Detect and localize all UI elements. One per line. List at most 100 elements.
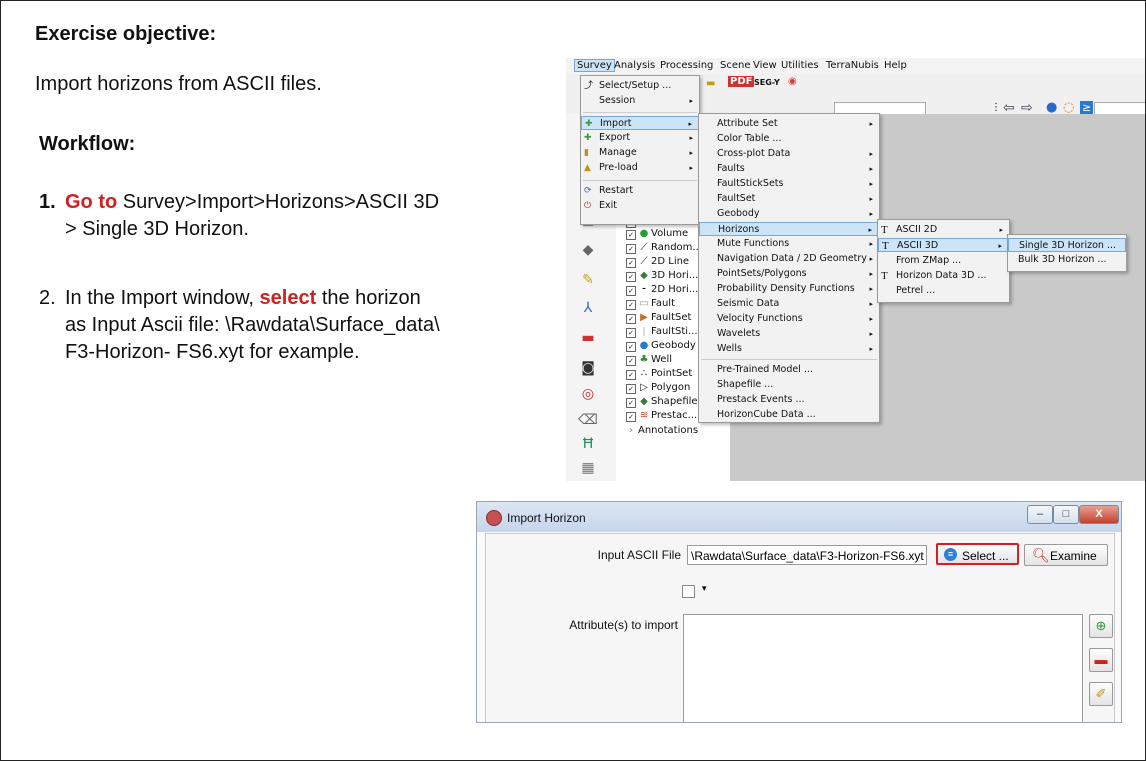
objective-text: Import horizons from ASCII files. — [35, 73, 322, 95]
menu-item-bulk-3d-horizon[interactable]: Bulk 3D Horizon ... — [1008, 253, 1126, 267]
menu-item-horizoncube-data[interactable]: HorizonCube Data ... — [699, 408, 879, 422]
option-checkbox[interactable] — [682, 585, 695, 598]
menu-survey[interactable]: Survey — [574, 59, 615, 72]
eye-icon[interactable]: ◎ — [576, 386, 600, 406]
tree-annotations[interactable]: › Annotations — [626, 425, 698, 436]
menu-item-preload[interactable]: ▲ Pre-load ▸ — [581, 161, 699, 175]
menu-analysis[interactable]: Analysis — [614, 60, 655, 71]
menu-item-prestack-events[interactable]: Prestack Events ... — [699, 393, 879, 407]
menu-item-color-table[interactable]: Color Table ... — [699, 132, 879, 146]
menu-item-velocity-functions[interactable]: Velocity Functions ▸ — [699, 312, 879, 326]
menu-item-crossplot[interactable]: Cross-plot Data ▸ — [699, 147, 879, 161]
clear-broom-icon[interactable]: ✐ — [1089, 682, 1113, 706]
tree-item[interactable]: ✓ ≋ Prestac... — [626, 410, 697, 422]
power-icon: ⏻ — [584, 201, 592, 211]
menu-item-geobody[interactable]: Geobody ▸ — [699, 207, 879, 221]
menu-item-pretrained-model[interactable]: Pre-Trained Model ... — [699, 363, 879, 377]
menu-item-pointsets[interactable]: PointSets/Polygons ▸ — [699, 267, 879, 281]
menu-item-pdf[interactable]: Probability Density Functions ▸ — [699, 282, 879, 296]
menu-item-single-3d-horizon[interactable]: Single 3D Horizon ... — [1008, 238, 1126, 252]
texture-icon[interactable]: ▦ — [576, 460, 600, 480]
minimize-button[interactable]: – — [1027, 505, 1053, 524]
examine-button[interactable]: 🔍︎ Examine — [1024, 544, 1108, 566]
menu-item-horizons[interactable]: Horizons ▸ — [699, 222, 879, 236]
camera-icon[interactable]: ◙ — [576, 360, 600, 380]
menu-item-exit[interactable]: ⏻ Exit — [581, 199, 699, 213]
remove-attribute-icon[interactable]: ▬ — [1089, 648, 1113, 672]
tree-item[interactable]: ✓ ● Volume — [626, 228, 688, 240]
python-icon[interactable]: ● — [1046, 100, 1057, 115]
trash-icon[interactable]: ⌫ — [576, 412, 600, 432]
import-submenu: Attribute Set ▸ Color Table ... Cross-plo… — [698, 113, 880, 423]
menu-item-import[interactable]: ✚ Import ▸ — [581, 116, 699, 130]
menu-item-petrel[interactable]: Petrel ... — [878, 284, 1009, 298]
workflow-heading: Workflow: — [39, 133, 136, 155]
menu-item-navigation-data[interactable]: Navigation Data / 2D Geometry ▸ — [699, 252, 879, 266]
select-button[interactable]: ≡ Select ... — [936, 543, 1019, 565]
brush-icon[interactable]: ✎ — [576, 272, 600, 292]
tree-item[interactable]: ✓ ∴ PointSet — [626, 368, 692, 380]
menu-item-faults[interactable]: Faults ▸ — [699, 162, 879, 176]
tree-item[interactable]: ✓ ▭ Fault — [626, 298, 675, 310]
menu-processing[interactable]: Processing — [660, 60, 713, 71]
import-icon: ✚ — [585, 119, 593, 129]
add-attribute-icon[interactable]: ⊕ — [1089, 614, 1113, 638]
tree-item[interactable]: ✓ ⟋ Random... — [626, 242, 702, 254]
menu-item-from-zmap[interactable]: From ZMap ... — [878, 254, 1009, 268]
step-1-line-2: > Single 3D Horizon. — [65, 218, 249, 240]
tree-item[interactable]: ✓ ǀ FaultSti... — [626, 326, 698, 338]
tree-item[interactable]: ✓ ◆ Shapefile — [626, 396, 698, 408]
tree-item[interactable]: ✓ ♣ Well — [626, 354, 672, 366]
dropdown-arrow-icon[interactable]: ▾ — [702, 583, 707, 594]
attributes-list[interactable] — [683, 614, 1083, 722]
menu-item-horizon-data-3d[interactable]: T Horizon Data 3D ... — [878, 269, 1009, 283]
step-2-highlight: select — [259, 287, 317, 309]
dialog-titlebar: Import Horizon – □ X — [477, 502, 1121, 532]
menu-item-select-setup[interactable]: ⤴ Select/Setup ... — [581, 79, 699, 93]
tree-item[interactable]: ✓ ⁃ 2D Hori... — [626, 284, 698, 296]
menu-item-restart[interactable]: ⟳ Restart — [581, 184, 699, 198]
jupyter-icon[interactable]: ◌ — [1063, 100, 1074, 115]
menu-item-shapefile[interactable]: Shapefile ... — [699, 378, 879, 392]
survey-menu: ⤴ Select/Setup ... Session ▸ ✚ Import ▸ ✚ Exp… — [580, 75, 700, 225]
cube-icon[interactable]: ◆ — [576, 242, 600, 262]
segy-icon[interactable]: SEG-Y — [754, 78, 780, 87]
pdf-icon[interactable]: PDF — [728, 76, 755, 87]
menu-item-seismic-data[interactable]: Seismic Data ▸ — [699, 297, 879, 311]
menu-item-manage[interactable]: ▮ Manage ▸ — [581, 146, 699, 160]
input-file-field[interactable]: \Rawdata\Surface_data\F3-Horizon-FS6.xyt — [687, 545, 927, 565]
spin-icon[interactable]: ⋮ — [991, 102, 1001, 113]
tree-item[interactable]: ✓ ● Geobody — [626, 340, 696, 352]
objective-heading: Exercise objective: — [35, 23, 217, 45]
menu-item-session[interactable]: Session ▸ — [581, 94, 699, 108]
menu-scene[interactable]: Scene — [720, 60, 751, 71]
close-button[interactable]: X — [1079, 505, 1119, 524]
menu-item-ascii-3d[interactable]: T ASCII 3D ▸ — [878, 238, 1009, 252]
menu-item-attribute-set[interactable]: Attribute Set ▸ — [699, 117, 879, 131]
menu-item-ascii-2d[interactable]: T ASCII 2D ▸ — [878, 223, 1009, 237]
menu-item-export[interactable]: ✚ Export ▸ — [581, 131, 699, 145]
step-2-line-2: as Input Ascii file: \Rawdata\Surface_da… — [65, 314, 440, 336]
dialog-title: Import Horizon — [507, 511, 586, 525]
menu-item-faultset[interactable]: FaultSet ▸ — [699, 192, 879, 206]
colorbar-icon[interactable]: ▬ — [576, 330, 600, 350]
tree-item[interactable]: ✓ ▷ Polygon — [626, 382, 690, 394]
menu-item-wells[interactable]: Wells ▸ — [699, 342, 879, 356]
restart-icon: ⟳ — [584, 186, 592, 196]
menu-help[interactable]: Help — [884, 60, 907, 71]
menu-utilities[interactable]: Utilities — [781, 60, 819, 71]
menu-terranubis[interactable]: TerraNubis — [826, 60, 879, 71]
vscode-icon[interactable]: ≥ — [1080, 101, 1094, 114]
tree-item[interactable]: ✓ ◆ 3D Hori... — [626, 270, 698, 282]
ascii-import-icon[interactable]: ▬ — [706, 78, 715, 89]
menu-item-faultsticksets[interactable]: FaultStickSets ▸ — [699, 177, 879, 191]
menu-view[interactable]: View — [753, 60, 777, 71]
axes-icon[interactable]: ⅄ — [576, 300, 600, 320]
prestack-icon[interactable]: ◉ — [788, 76, 797, 87]
tree-item[interactable]: ✓ ▶ FaultSet — [626, 312, 691, 324]
menu-item-mute-functions[interactable]: Mute Functions ▸ — [699, 237, 879, 251]
tree-item[interactable]: ✓ ⟋ 2D Line — [626, 256, 689, 268]
menu-item-wavelets[interactable]: Wavelets ▸ — [699, 327, 879, 341]
maximize-button[interactable]: □ — [1053, 505, 1079, 524]
ruler-icon[interactable]: Ħ — [576, 436, 600, 456]
